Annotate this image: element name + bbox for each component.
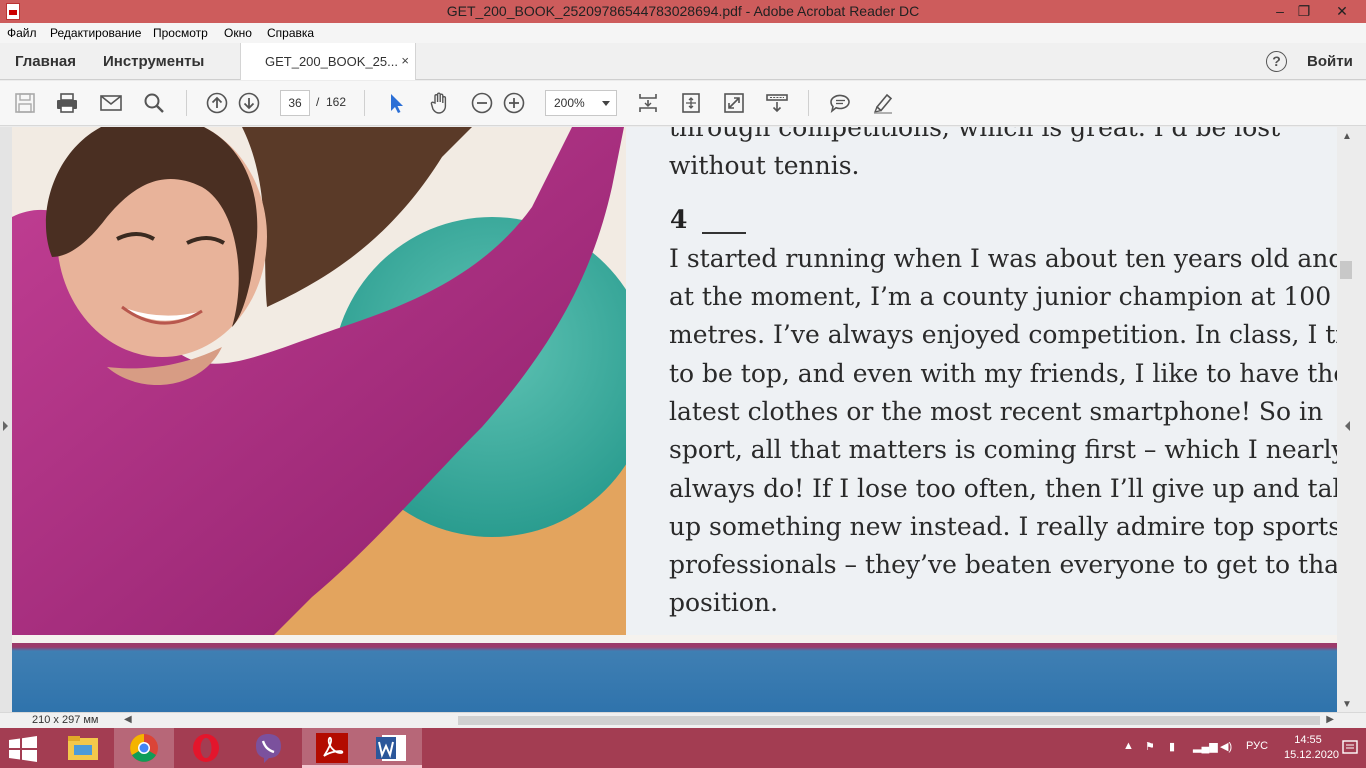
chrome-icon[interactable] <box>114 728 174 768</box>
tab-bar: Главная Инструменты GET_200_BOOK_25... × <box>0 43 1366 80</box>
help-icon[interactable]: ? <box>1266 51 1287 72</box>
volume-icon[interactable]: ◀) <box>1220 740 1232 753</box>
paragraph-line: I started running when I was about ten y… <box>669 244 1337 273</box>
vertical-scrollbar[interactable]: ▲ ▼ <box>1338 127 1356 712</box>
window-title: GET_200_BOOK_25209786544783028694.pdf - … <box>446 3 920 19</box>
paragraph-line: to be top, and even with my friends, I l… <box>669 359 1337 388</box>
paragraph-line: up something new instead. I really admir… <box>669 512 1337 541</box>
text-line: without tennis. <box>669 151 860 180</box>
read-mode-icon[interactable] <box>765 91 789 115</box>
tray-expand-icon[interactable]: ▲ <box>1123 740 1134 752</box>
paragraph-line: position. <box>669 588 779 617</box>
vertical-scroll-thumb[interactable] <box>1340 261 1352 279</box>
toolbar: 36 / 162 200% <box>0 81 1366 126</box>
signin-button[interactable]: Войти <box>1307 53 1353 70</box>
document-viewport[interactable]: through competitions, which is great. I’… <box>0 127 1366 712</box>
close-window-button[interactable]: ✕ <box>1324 0 1360 23</box>
scroll-up-icon[interactable]: ▲ <box>1342 131 1352 142</box>
menu-file[interactable]: Файл <box>7 26 37 40</box>
print-icon[interactable] <box>55 91 79 115</box>
language-indicator[interactable]: РУС <box>1246 740 1268 752</box>
total-pages: 162 <box>326 95 347 109</box>
chevron-right-icon <box>3 421 8 431</box>
tab-document-label: GET_200_BOOK_25... <box>265 54 398 69</box>
page-size-label: 210 x 297 мм <box>32 714 99 726</box>
start-button[interactable] <box>6 736 40 762</box>
acrobat-taskbar-icon[interactable] <box>302 728 362 768</box>
full-screen-icon[interactable] <box>722 91 746 115</box>
page-separator: / <box>316 95 320 109</box>
system-clock[interactable]: 14:55 15.12.2020 <box>1284 733 1340 763</box>
flag-icon[interactable]: ⚑ <box>1145 740 1155 753</box>
left-panel-toggle[interactable] <box>0 127 12 712</box>
toolbar-separator <box>808 90 809 116</box>
page-number-input[interactable]: 36 <box>280 90 310 116</box>
select-cursor-icon[interactable] <box>384 91 408 115</box>
toolbar-separator <box>364 90 365 116</box>
tab-document[interactable]: GET_200_BOOK_25... × <box>240 43 416 80</box>
menu-help[interactable]: Справка <box>267 26 314 40</box>
scroll-down-icon[interactable]: ▼ <box>1342 699 1352 710</box>
paragraph-line: latest clothes or the most recent smartp… <box>669 397 1324 426</box>
blue-footer-band <box>12 643 1337 712</box>
paragraph-line: at the moment, I’m a county junior champ… <box>669 282 1332 311</box>
menu-bar: Файл Редактирование Просмотр Окно Справк… <box>0 23 1366 43</box>
page-display-icon[interactable] <box>636 91 660 115</box>
text-line: through competitions, which is great. I’… <box>669 127 1281 142</box>
previous-page-icon[interactable] <box>205 91 229 115</box>
menu-edit[interactable]: Редактирование <box>50 26 141 40</box>
paragraph-line: always do! If I lose too often, then I’l… <box>669 474 1337 503</box>
windows-taskbar: ▲ ⚑ ▮ ▂▄▆ ◀) РУС 14:55 15.12.2020 <box>0 728 1366 768</box>
next-page-icon[interactable] <box>237 91 261 115</box>
woman-exercising-photo <box>12 127 626 637</box>
zoom-out-icon[interactable] <box>470 91 494 115</box>
menu-window[interactable]: Окно <box>224 26 252 40</box>
status-bar: 210 x 297 мм ◀ ▶ <box>0 712 1366 728</box>
horizontal-scrollbar[interactable]: ◀ ▶ <box>120 713 1338 728</box>
battery-icon[interactable]: ▮ <box>1169 740 1175 753</box>
network-icon[interactable]: ▂▄▆ <box>1193 740 1218 753</box>
zoom-level-select[interactable]: 200% <box>545 90 617 116</box>
clock-date: 15.12.2020 <box>1284 749 1340 761</box>
acrobat-window: GET_200_BOOK_25209786544783028694.pdf - … <box>0 0 1366 768</box>
hand-tool-icon[interactable] <box>427 91 451 115</box>
toolbar-separator <box>186 90 187 116</box>
scroll-right-icon[interactable]: ▶ <box>1326 714 1334 725</box>
title-bar: GET_200_BOOK_25209786544783028694.pdf - … <box>0 0 1366 23</box>
tab-home[interactable]: Главная <box>15 53 76 70</box>
paragraph-line: metres. I’ve always enjoyed competition.… <box>669 320 1337 349</box>
clock-time: 14:55 <box>1294 734 1322 746</box>
menu-view[interactable]: Просмотр <box>153 26 208 40</box>
fit-page-icon[interactable] <box>679 91 703 115</box>
exercise-number: 4 <box>670 205 688 234</box>
horizontal-scroll-thumb[interactable] <box>458 716 1320 725</box>
paragraph-line: sport, all that matters is coming first … <box>669 435 1337 464</box>
viber-icon[interactable] <box>238 728 298 768</box>
word-taskbar-icon[interactable] <box>362 728 422 768</box>
answer-blank <box>702 232 746 234</box>
save-icon[interactable] <box>13 91 37 115</box>
chevron-down-icon <box>602 101 610 106</box>
zoom-level-value: 200% <box>554 96 585 110</box>
paragraph-line: professionals – they’ve beaten everyone … <box>669 550 1337 579</box>
zoom-in-icon[interactable] <box>502 91 526 115</box>
tab-close-icon[interactable]: × <box>401 53 409 68</box>
pdf-page: through competitions, which is great. I’… <box>12 127 1337 712</box>
restore-button[interactable]: ❐ <box>1290 0 1318 23</box>
scroll-left-icon[interactable]: ◀ <box>124 714 132 725</box>
file-explorer-icon[interactable] <box>53 728 113 768</box>
opera-icon[interactable] <box>176 728 236 768</box>
search-icon[interactable] <box>142 91 166 115</box>
comment-icon[interactable] <box>828 91 852 115</box>
highlight-pen-icon[interactable] <box>871 91 895 115</box>
notification-icon[interactable] <box>1340 736 1360 760</box>
email-icon[interactable] <box>99 91 123 115</box>
tab-tools[interactable]: Инструменты <box>103 53 204 70</box>
